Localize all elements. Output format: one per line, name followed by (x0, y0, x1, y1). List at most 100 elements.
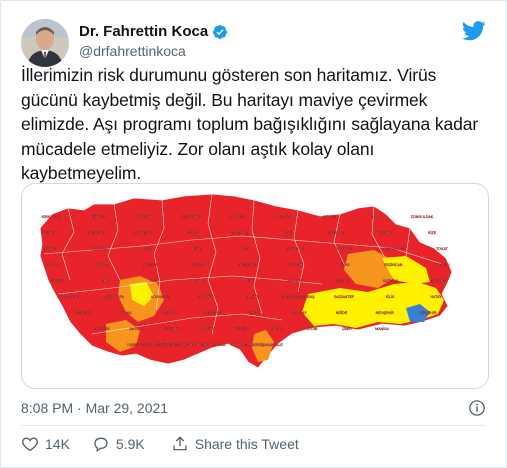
province-label: AĞRI (242, 246, 251, 251)
province-label: ÇANAKKALE (261, 343, 283, 347)
province-label: VAN (149, 279, 157, 283)
province-label: KOCAELİ (229, 214, 245, 219)
divider (21, 425, 486, 426)
province-label: ISPARTA (200, 327, 215, 331)
province-label: ÇORUM (94, 263, 108, 267)
province-label: MANİSA (375, 326, 389, 331)
author-display-name[interactable]: Dr. Fahrettin Koca (79, 23, 208, 40)
province-label: TEKİRDAĞ (182, 214, 201, 219)
province-label: DÜZCE (323, 215, 336, 219)
province-label: MERSİN (162, 310, 176, 315)
province-labels: KIRKLARELİ EDİRNE İSTANBUL TEKİRDAĞ KOCAELİ S… (41, 214, 450, 347)
province-label: ANKARA (191, 263, 206, 267)
province-label: KÜTAHYA (159, 343, 176, 347)
province-label: KASTAMONU (133, 231, 156, 235)
province-label: KIRIKKALE (238, 263, 257, 267)
province-label: GÜMÜŞHANE (381, 247, 405, 251)
province-label: BİNGÖL (51, 278, 65, 283)
verified-badge-icon (213, 24, 228, 39)
province-label: ADANA (119, 311, 132, 315)
province-label: BAYBURT (336, 247, 353, 251)
province-label: BURSA (213, 343, 226, 347)
share-upload-icon (173, 436, 187, 451)
province-label: BOLU (371, 215, 381, 219)
province-label: ERZİNCAN (384, 262, 403, 267)
tweet-timestamp[interactable]: 8:08 PM · Mar 29, 2021 (21, 400, 168, 416)
twitter-bird-icon[interactable] (462, 21, 486, 41)
province-label: KIRKLARELİ (42, 214, 63, 219)
province-label: ARDAHAN (90, 247, 108, 251)
province-label: EDİRNE (92, 214, 106, 219)
province-label: MARDİN (431, 278, 446, 283)
tweet-actions: 14K 5.9K Share this Tweet (21, 433, 321, 455)
province-label: ŞANLIURFA (104, 295, 125, 299)
province-label: İZMİR (342, 326, 352, 331)
province-label: YALOVA (230, 343, 244, 347)
province-label: ŞIRNAK (336, 279, 350, 283)
province-label: ERZURUM (286, 247, 304, 251)
author-handle[interactable]: @drfahrettinkoca (79, 43, 186, 59)
info-icon[interactable] (468, 399, 486, 417)
province-label: GAZİANTEP (334, 294, 355, 299)
province-label: AMASYA (45, 263, 60, 267)
province-label: RİZE (428, 230, 437, 235)
province-label: MALATYA (198, 295, 215, 299)
province-label: BARTIN (41, 231, 55, 235)
province-label: DENİZLİ (235, 326, 249, 331)
like-button[interactable]: 14K (21, 435, 70, 453)
province-label: İSTANBUL (136, 214, 153, 219)
province-label: SAMSUN (232, 231, 248, 235)
tweet-image-risk-map[interactable]: KIRKLARELİ EDİRNE İSTANBUL TEKİRDAĞ KOCAELİ S… (21, 183, 489, 389)
province-label: KIRŞEHİR (420, 310, 437, 315)
province-label: MUĞLA (271, 326, 284, 331)
province-label: TOKAT (436, 247, 448, 251)
province-label: TUNCELİ (434, 262, 449, 267)
province-label: YOZGAT (289, 263, 304, 267)
province-label: TRABZON (375, 231, 393, 235)
province-label: ESKİŞEHİR (175, 342, 195, 347)
province-label: ÇANKIRI (142, 263, 157, 267)
province-label: KARAMAN (203, 311, 221, 315)
author-name-line[interactable]: Dr. Fahrettin Koca (79, 23, 228, 40)
province-label: ADIYAMAN (151, 295, 170, 299)
province-label: DİYARBAKIR (57, 294, 79, 299)
province-label: IĞDIR (192, 246, 202, 251)
reply-count: 5.9K (115, 436, 145, 452)
province-label: KAHRAMANMARAŞ (281, 295, 315, 299)
province-label: BATMAN (383, 279, 398, 283)
province-label: HAKKARİ (288, 278, 304, 283)
tweet-card: Dr. Fahrettin Koca @drfahrettinkoca İlle… (0, 0, 507, 468)
province-label: SİİRT (243, 278, 253, 283)
province-label: SAKARYA (275, 215, 292, 219)
province-label: BURDUR (164, 327, 180, 331)
province-label: ZONGULDAK (411, 215, 434, 219)
heart-icon (22, 437, 38, 452)
share-label: Share this Tweet (194, 436, 299, 452)
province-label: KARS (143, 247, 153, 251)
province-label: ARTVİN (43, 246, 57, 251)
tweet-text: İllerimizin risk durumunu gösteren son h… (21, 65, 479, 183)
province-label: KARABÜK (87, 231, 105, 235)
province-label: GİRESUN (328, 230, 345, 235)
province-label: ORDU (283, 231, 294, 235)
province-label: MUŞ (102, 279, 111, 283)
avatar-photo (21, 19, 69, 67)
province-label: KONYA (249, 311, 262, 315)
province-label: NİĞDE (336, 310, 348, 315)
province-label: SİNOP (186, 230, 198, 235)
province-label: OSMANİYE (73, 310, 93, 315)
province-label: NEVŞEHİR (376, 310, 395, 315)
province-label: KİLİS (386, 294, 395, 299)
province-label: BİLECİK (195, 342, 209, 347)
province-label: AYDIN (307, 327, 318, 331)
province-label: HATAY (430, 295, 442, 299)
author-avatar[interactable] (21, 19, 69, 67)
province-label: KAYSERİ (94, 326, 109, 331)
reply-button[interactable]: 5.9K (92, 435, 145, 453)
province-label: SİVAS (339, 262, 350, 267)
province-label: ELAZIĞ (246, 294, 259, 299)
share-button[interactable]: Share this Tweet (171, 435, 299, 453)
province-label: BİTLİS (195, 278, 207, 283)
turkey-risk-map: KIRKLARELİ EDİRNE İSTANBUL TEKİRDAĞ KOCAELİ S… (39, 193, 453, 369)
reply-bubble-icon (94, 437, 108, 453)
